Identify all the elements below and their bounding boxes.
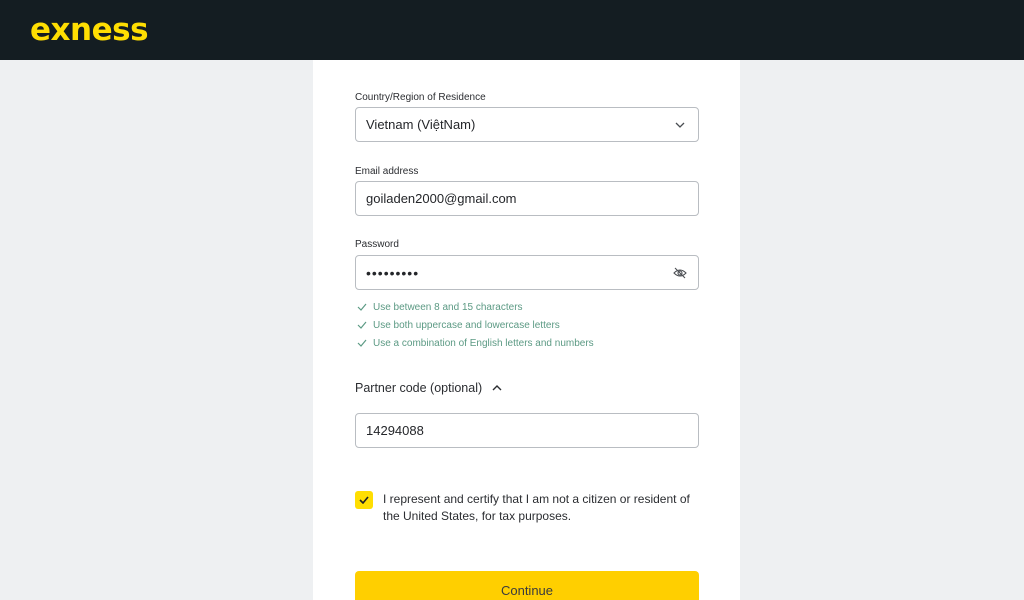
- password-rule: Use between 8 and 15 characters: [357, 298, 594, 316]
- top-bar: exness: [0, 0, 1024, 60]
- email-field[interactable]: goiladen2000@gmail.com: [355, 181, 699, 216]
- country-label: Country/Region of Residence: [355, 92, 486, 103]
- country-value: Vietnam (ViệtNam): [366, 117, 476, 132]
- rule-text: Use a combination of English letters and…: [373, 337, 594, 349]
- chevron-up-icon: [491, 382, 503, 394]
- rule-text: Use both uppercase and lowercase letters: [373, 319, 560, 331]
- certify-row: I represent and certify that I am not a …: [355, 491, 699, 525]
- partner-code-field[interactable]: 14294088: [355, 413, 699, 448]
- country-select[interactable]: Vietnam (ViệtNam): [355, 107, 699, 142]
- partner-code-value: 14294088: [366, 423, 424, 438]
- password-value: •••••••••: [366, 264, 420, 281]
- rule-text: Use between 8 and 15 characters: [373, 301, 523, 313]
- check-icon: [357, 338, 367, 348]
- certify-text: I represent and certify that I am not a …: [383, 492, 690, 523]
- partner-code-toggle[interactable]: Partner code (optional): [355, 381, 503, 395]
- password-rule: Use a combination of English letters and…: [357, 334, 594, 352]
- check-icon: [359, 496, 369, 504]
- email-label: Email address: [355, 166, 419, 177]
- exness-logo[interactable]: exness: [30, 13, 149, 47]
- password-label: Password: [355, 239, 399, 250]
- check-icon: [357, 302, 367, 312]
- continue-button[interactable]: Continue: [355, 571, 699, 600]
- eye-off-icon[interactable]: [672, 265, 688, 281]
- password-rule: Use both uppercase and lowercase letters: [357, 316, 594, 334]
- registration-card: Country/Region of Residence Vietnam (Việ…: [313, 60, 740, 600]
- email-value: goiladen2000@gmail.com: [366, 191, 517, 206]
- password-field[interactable]: •••••••••: [355, 255, 699, 290]
- password-rules: Use between 8 and 15 characters Use both…: [357, 298, 594, 352]
- certify-checkbox[interactable]: [355, 491, 373, 509]
- partner-code-label: Partner code (optional): [355, 381, 483, 395]
- chevron-down-icon: [672, 117, 688, 133]
- check-icon: [357, 320, 367, 330]
